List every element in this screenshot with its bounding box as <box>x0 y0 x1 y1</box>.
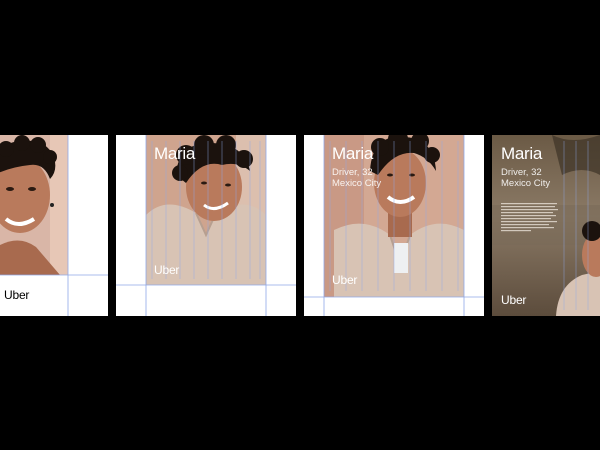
headline-name: Maria <box>501 144 543 163</box>
driver-meta-line-2: Mexico City <box>501 178 551 189</box>
headline-name: Maria <box>154 144 196 163</box>
headline-name: Maria <box>332 144 374 163</box>
uber-logo: Uber <box>332 273 358 287</box>
body-copy-placeholder <box>501 203 559 241</box>
driver-meta-line-1: Driver, 32 <box>501 167 542 178</box>
layout-panel-2: Maria Uber <box>116 135 296 316</box>
portrait-photo-1 <box>0 135 68 275</box>
uber-logo: Uber <box>154 263 180 277</box>
driver-meta-line-2: Mexico City <box>332 178 382 189</box>
uber-logo: Uber <box>501 293 527 307</box>
text-lines-decoration <box>501 203 558 232</box>
layout-panel-4: Maria Driver, 32 Mexico City Uber <box>492 135 600 316</box>
uber-logo: Uber <box>4 288 30 302</box>
layout-panel-1: Uber <box>0 135 108 316</box>
layout-panel-3: Maria Driver, 32 Mexico City Uber <box>304 135 484 316</box>
driver-meta-line-1: Driver, 32 <box>332 167 373 178</box>
